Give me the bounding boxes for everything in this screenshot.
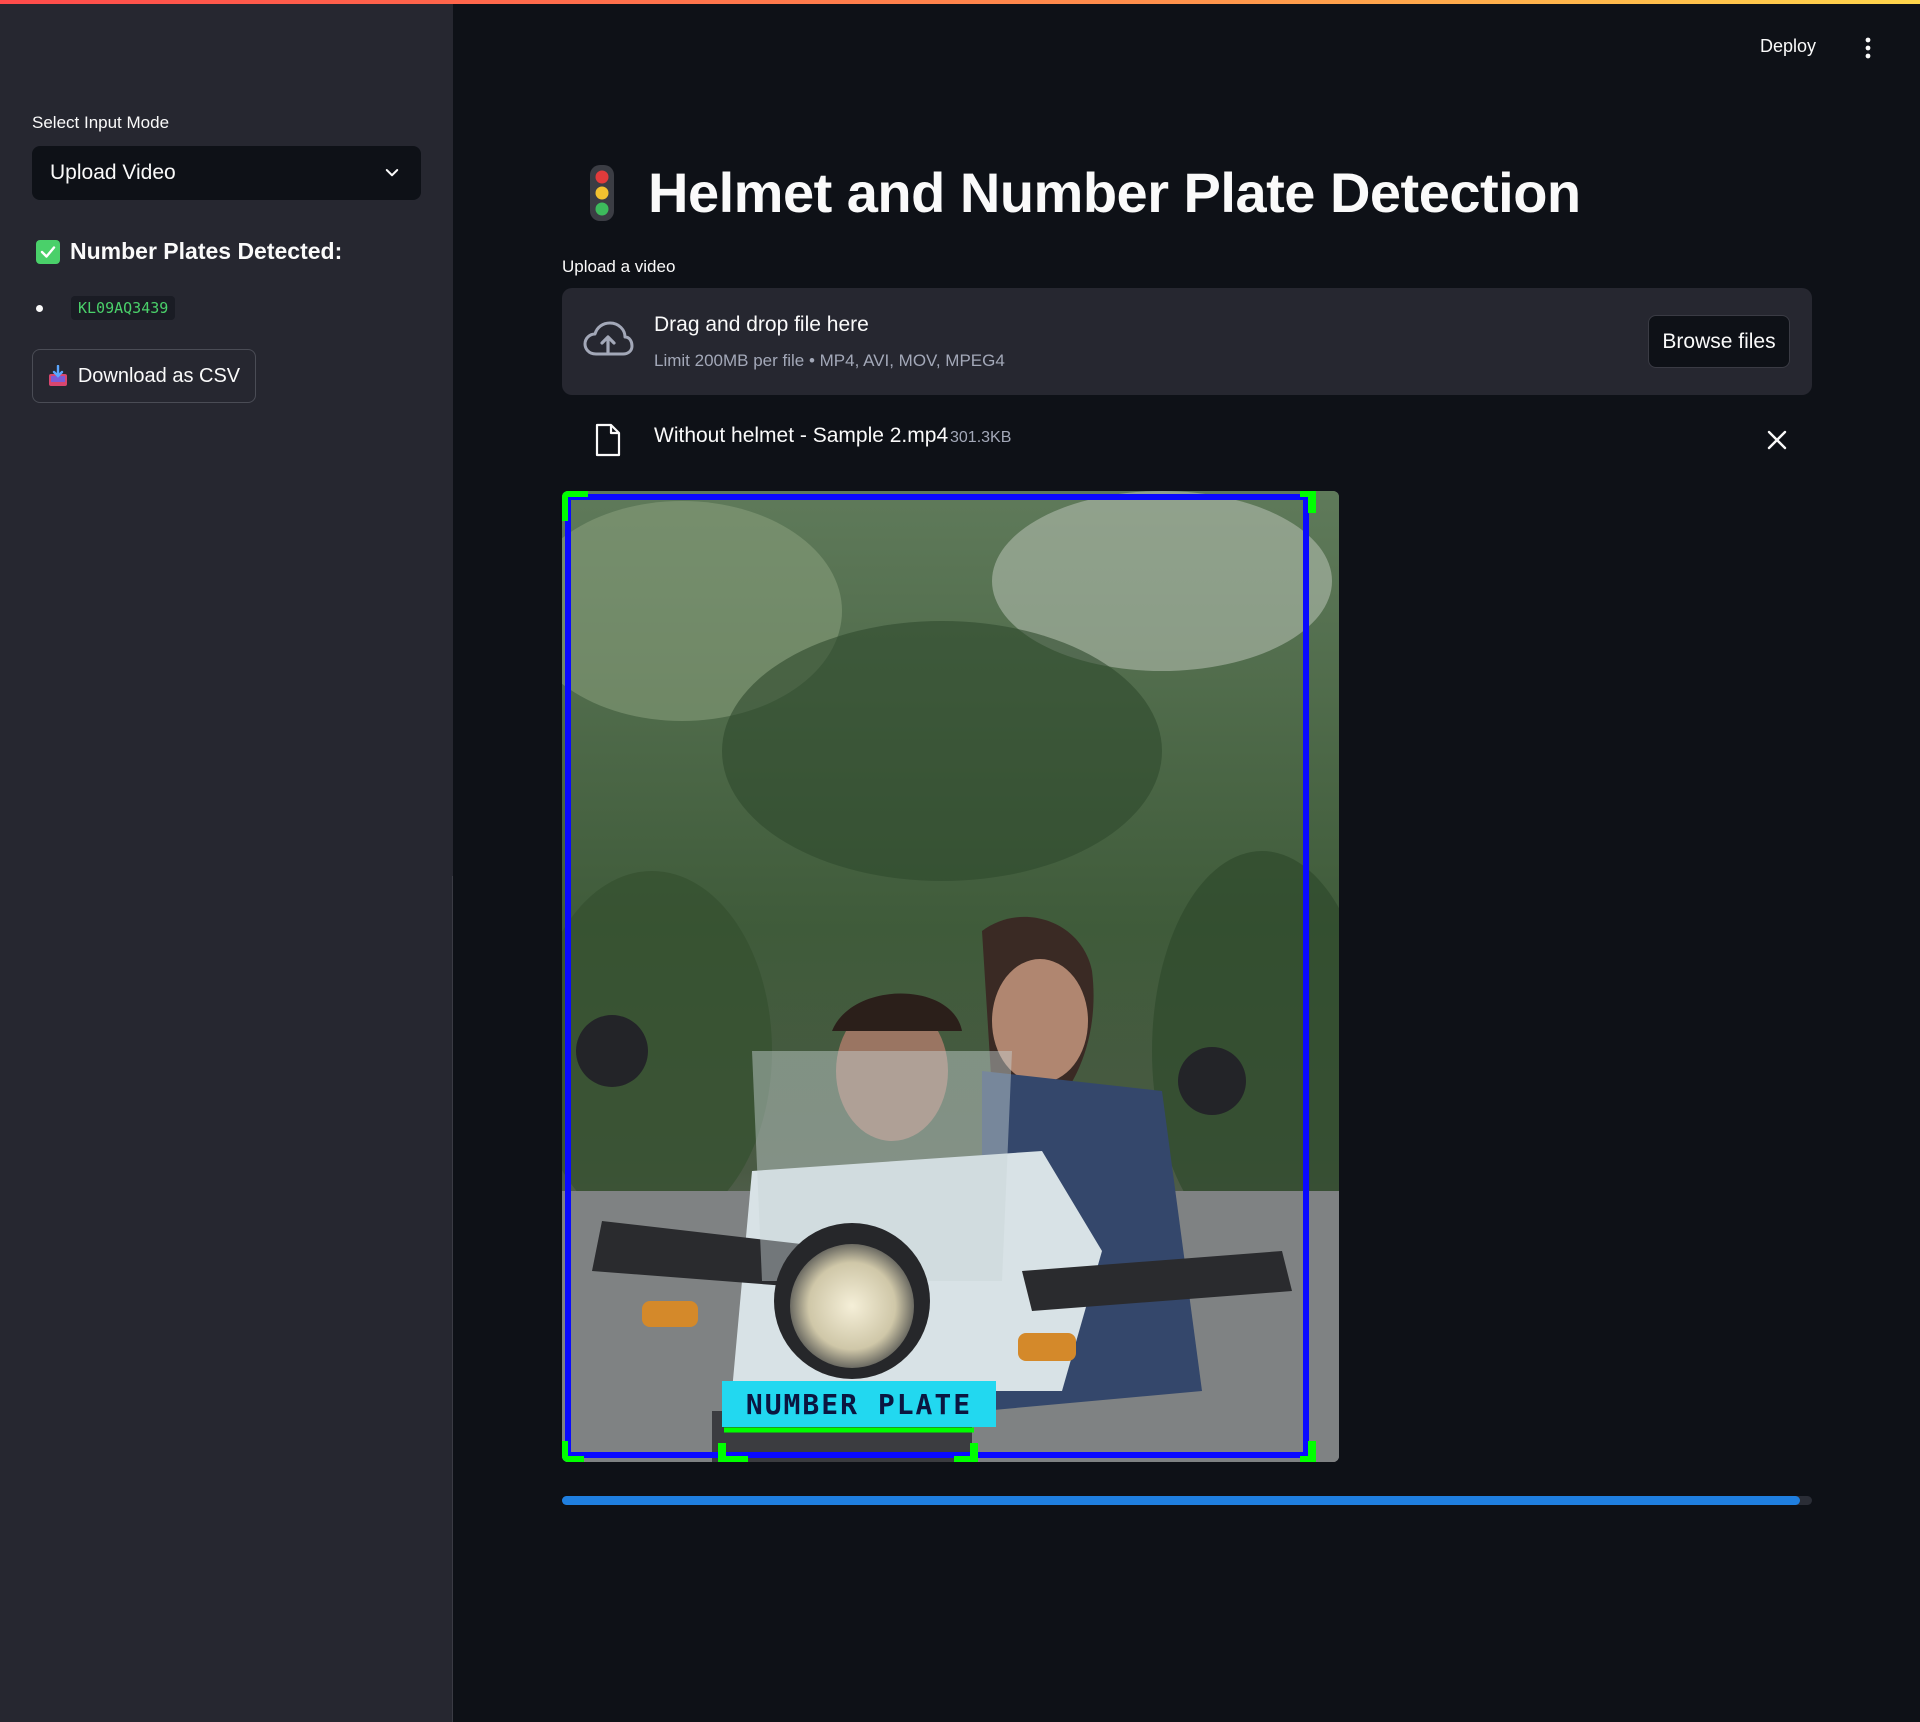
sidebar: Select Input Mode Upload Video Number Pl… [0, 0, 453, 1722]
download-csv-button[interactable]: Download as CSV [32, 349, 256, 403]
detected-plate-list-item: KL09AQ3439 [36, 296, 176, 320]
download-csv-label: Download as CSV [77, 364, 241, 387]
number-plate-label: NUMBER PLATE [722, 1381, 996, 1427]
input-mode-select[interactable]: Upload Video [32, 146, 421, 200]
kebab-menu-icon[interactable] [1862, 36, 1874, 60]
dropzone-limit-text: Limit 200MB per file • MP4, AVI, MOV, MP… [654, 351, 1005, 370]
detection-corner-markers [562, 491, 1316, 1462]
chevron-down-icon [385, 169, 399, 177]
progress-fill [562, 1496, 1800, 1505]
detected-plates-heading: Number Plates Detected: [36, 238, 342, 265]
dropzone-instructions: Drag and drop file here [654, 313, 869, 336]
sidebar-divider [452, 876, 453, 1722]
detected-heading-text: Number Plates Detected: [70, 238, 343, 264]
inbox-tray-icon [48, 365, 67, 386]
uploaded-file-row: Without helmet - Sample 2.mp4 301.3KB [562, 415, 1812, 465]
browse-files-button[interactable]: Browse files [1648, 315, 1790, 368]
file-size: 301.3KB [950, 429, 1012, 446]
input-mode-value: Upload Video [50, 161, 176, 184]
close-icon[interactable] [1766, 429, 1788, 451]
traffic-light-icon [590, 164, 614, 221]
upload-label: Upload a video [562, 257, 676, 276]
cloud-upload-icon [583, 321, 634, 356]
file-name: Without helmet - Sample 2.mp4 [654, 424, 949, 447]
bullet [36, 304, 43, 312]
check-mark-icon [36, 239, 60, 264]
deploy-button[interactable]: Deploy [1760, 36, 1816, 57]
progress-bar [562, 1496, 1812, 1505]
file-dropzone[interactable]: Drag and drop file here Limit 200MB per … [562, 288, 1812, 395]
input-mode-label: Select Input Mode [32, 113, 170, 132]
plate-code: KL09AQ3439 [71, 296, 176, 320]
file-icon [595, 423, 621, 457]
page-title: Helmet and Number Plate Detection [586, 160, 1581, 225]
video-frame: NUMBER PLATE [562, 491, 1339, 1462]
top-decoration-bar [0, 0, 1920, 4]
page-title-text: Helmet and Number Plate Detection [648, 161, 1581, 224]
